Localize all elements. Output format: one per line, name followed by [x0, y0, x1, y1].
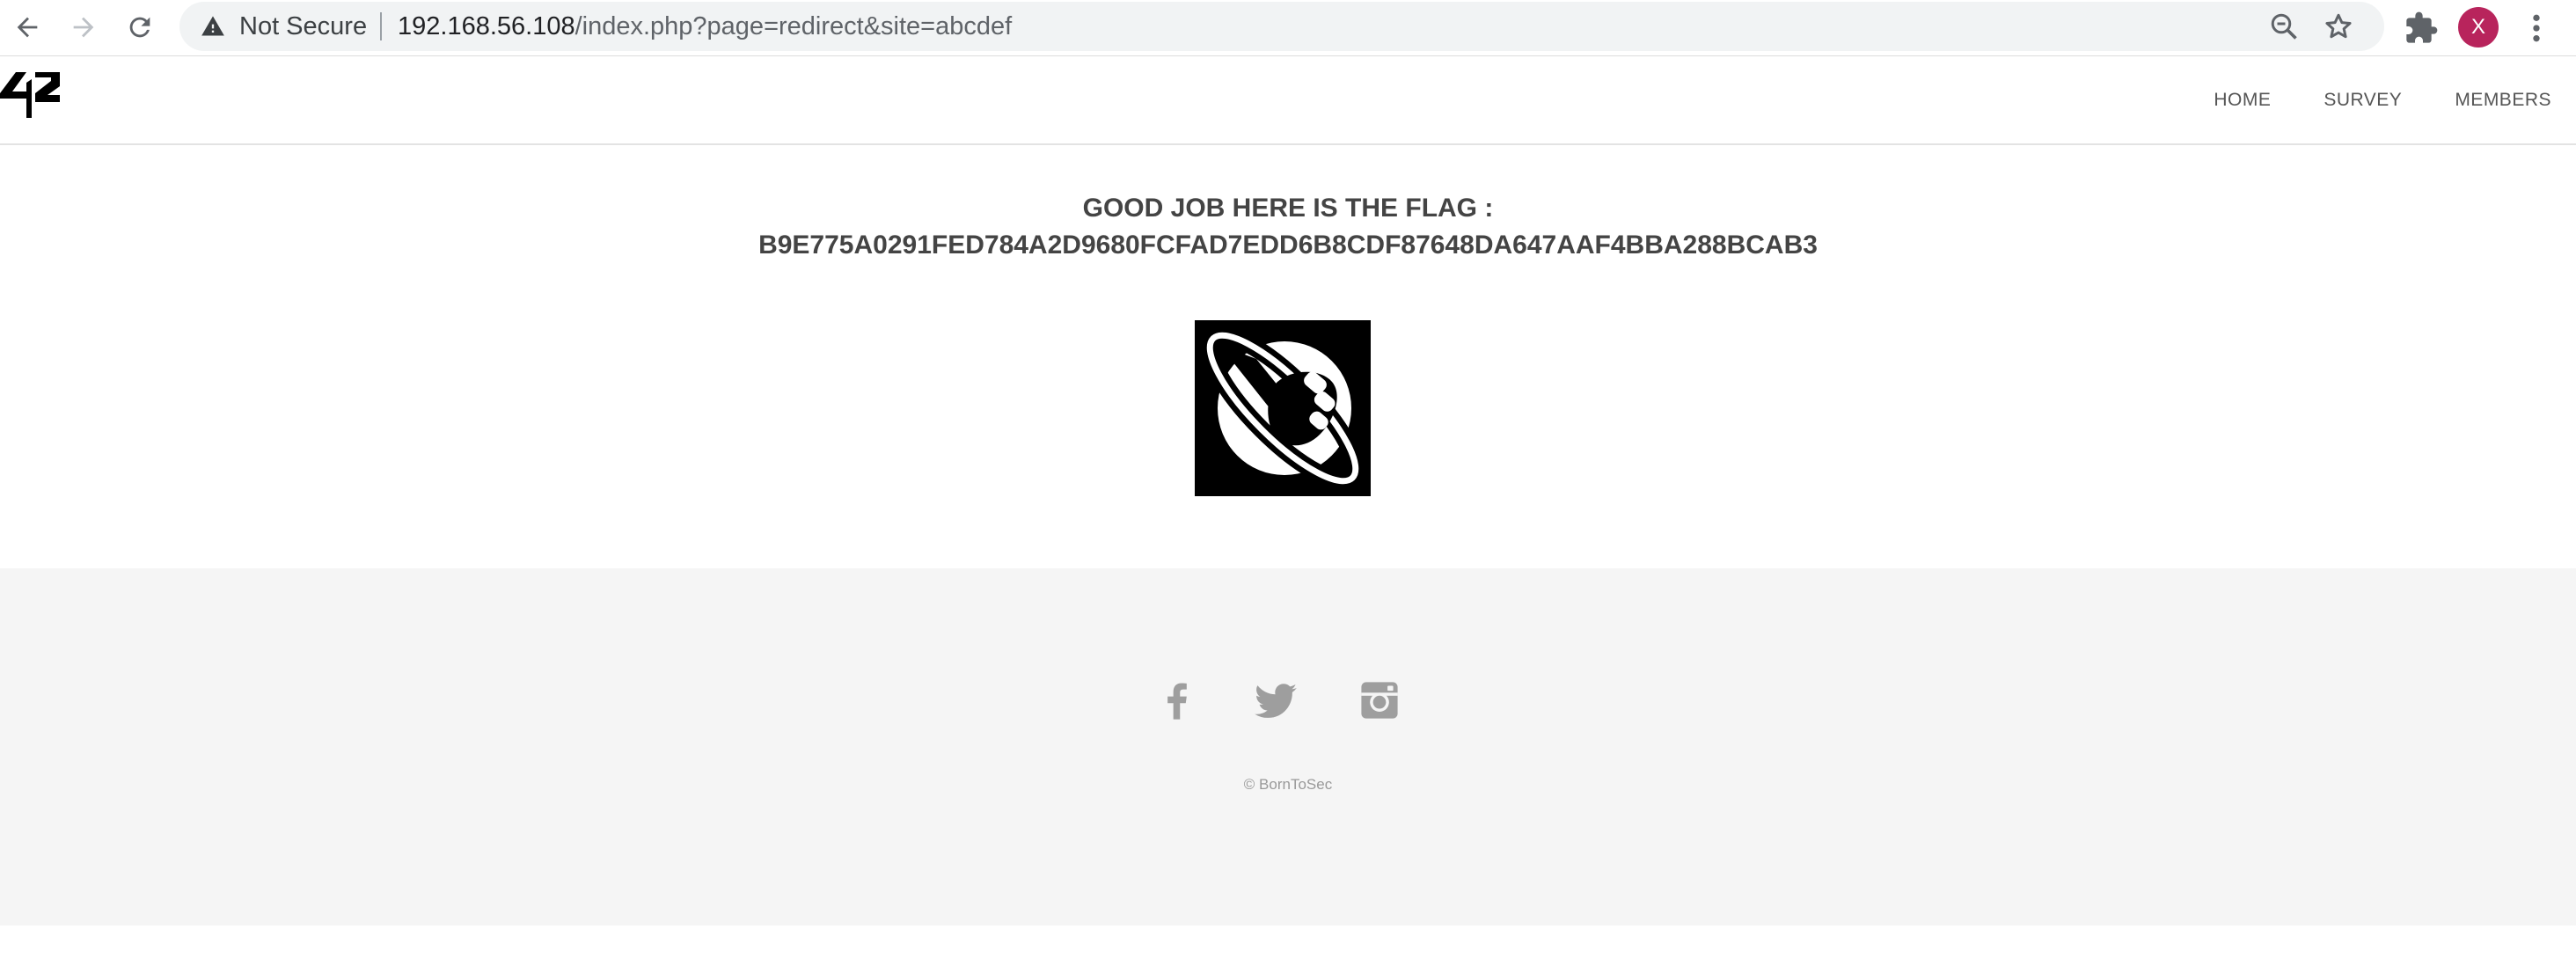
url-text[interactable]: 192.168.56.108/index.php?page=redirect&s…	[398, 12, 1012, 40]
url-path: /index.php?page=redirect&site=abcdef	[574, 12, 1013, 40]
site-header: HOME SURVEY MEMBERS	[0, 56, 2576, 145]
flag-value: B9E775A0291FED784A2D9680FCFAD7EDD6B8CDF8…	[758, 231, 1818, 260]
more-menu-icon[interactable]	[2523, 11, 2550, 46]
reload-icon	[129, 17, 150, 38]
twitter-icon[interactable]	[1253, 677, 1299, 723]
site-footer: © BornToSec	[0, 568, 2576, 926]
copyright-text: © BornToSec	[1243, 776, 1333, 793]
reload-button[interactable]	[120, 7, 160, 48]
zoom-out-icon[interactable]	[2268, 11, 2300, 42]
profile-avatar[interactable]: X	[2458, 7, 2499, 48]
logo-42-icon[interactable]	[0, 70, 60, 120]
nav-survey-link[interactable]: SURVEY	[2324, 88, 2402, 113]
extensions-puzzle-icon[interactable]	[2404, 11, 2439, 46]
page-bottom	[0, 926, 2576, 966]
facebook-icon[interactable]	[1154, 677, 1200, 723]
bookmark-star-icon[interactable]	[2323, 11, 2354, 42]
browser-toolbar: Not Secure 192.168.56.108/index.php?page…	[0, 0, 2576, 56]
profile-initial: X	[2470, 15, 2485, 39]
main-content: GOOD JOB HERE IS THE FLAG : B9E775A0291F…	[0, 145, 2576, 568]
address-bar[interactable]: Not Secure 192.168.56.108/index.php?page…	[179, 2, 2384, 51]
main-nav: HOME SURVEY MEMBERS	[2214, 88, 2551, 113]
nav-home-link[interactable]: HOME	[2214, 88, 2271, 113]
url-separator	[380, 12, 382, 40]
back-button[interactable]	[7, 7, 48, 48]
url-host: 192.168.56.108	[398, 12, 575, 40]
arrow-left-icon	[17, 17, 38, 38]
nav-members-link[interactable]: MEMBERS	[2455, 88, 2551, 113]
warning-icon[interactable]	[201, 14, 225, 39]
forward-button[interactable]	[63, 7, 104, 48]
hitchhiker-thumb-icon	[1195, 320, 1371, 496]
flag-heading: GOOD JOB HERE IS THE FLAG :	[1082, 194, 1494, 223]
security-label[interactable]: Not Secure	[239, 12, 367, 40]
instagram-icon[interactable]	[1357, 677, 1402, 723]
arrow-right-icon	[73, 17, 94, 38]
